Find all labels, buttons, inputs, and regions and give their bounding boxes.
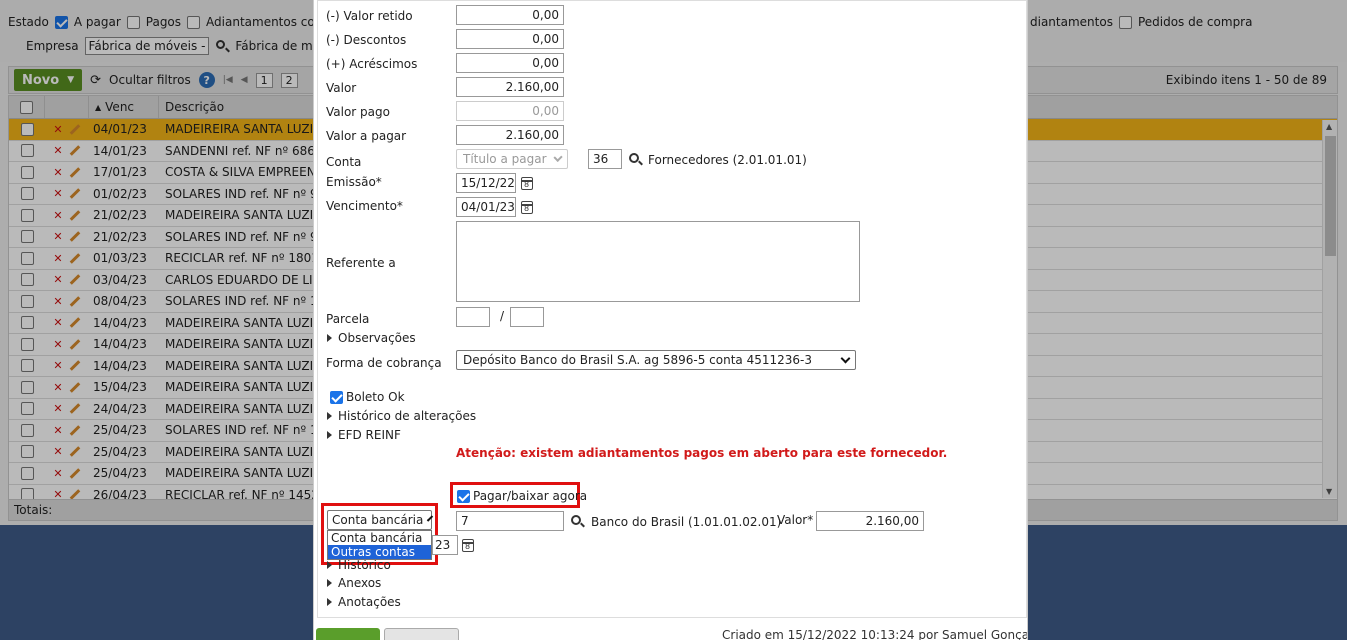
conta-tipo-dropdown: Conta bancária Outras contas <box>327 530 432 560</box>
vencimento-input[interactable]: 04/01/23 <box>456 197 516 217</box>
historico-expander[interactable]: Histórico <box>327 558 391 572</box>
expand-arrow-icon <box>327 598 332 606</box>
conta-description: Fornecedores (2.01.01.01) <box>648 153 807 167</box>
descontos-input[interactable]: 0,00 <box>456 29 564 49</box>
anotacoes-expander[interactable]: Anotações <box>327 595 401 609</box>
boleto-ok-row: Boleto Ok <box>330 390 405 404</box>
chevron-down-icon <box>840 353 851 363</box>
banco-search-icon[interactable] <box>571 515 581 525</box>
referente-textarea[interactable] <box>456 221 860 302</box>
pag-date-input[interactable]: 23 <box>432 535 458 555</box>
descontos-label: (-) Descontos <box>326 33 407 47</box>
emissao-label: Emissão* <box>326 175 382 189</box>
valor-retido-input[interactable]: 0,00 <box>456 5 564 25</box>
historico-alteracoes-label: Histórico de alterações <box>338 409 477 423</box>
valor-retido-label: (-) Valor retido <box>326 9 413 23</box>
expand-arrow-icon <box>327 334 332 342</box>
conta-tipo-option-outras-contas[interactable]: Outras contas <box>328 545 431 559</box>
valor-input[interactable]: 2.160,00 <box>456 77 564 97</box>
historico-label: Histórico <box>338 558 391 572</box>
conta-search-icon[interactable] <box>629 153 639 163</box>
expand-arrow-icon <box>327 431 332 439</box>
valor-a-pagar-input[interactable]: 2.160,00 <box>456 125 564 145</box>
historico-alteracoes-expander[interactable]: Histórico de alterações <box>327 409 476 423</box>
valor-pago-label: Valor pago <box>326 105 390 119</box>
forma-cobranca-select[interactable]: Depósito Banco do Brasil S.A. ag 5896-5 … <box>456 350 856 370</box>
parcela-total-input[interactable] <box>510 307 544 327</box>
referente-label: Referente a <box>326 256 396 270</box>
observacoes-label: Observações <box>338 331 416 345</box>
forma-cobranca-label: Forma de cobrança <box>326 356 442 370</box>
parcela-number-input[interactable] <box>456 307 490 327</box>
valor-a-pagar-label: Valor a pagar <box>326 129 407 143</box>
valor-pago-input: 0,00 <box>456 101 564 121</box>
pag-date-calendar-icon[interactable] <box>462 539 474 552</box>
parcela-label: Parcela <box>326 312 370 326</box>
expand-arrow-icon <box>327 412 332 420</box>
vencimento-label: Vencimento* <box>326 199 403 213</box>
boleto-ok-label: Boleto Ok <box>346 390 405 404</box>
banco-description: Banco do Brasil (1.01.01.02.01) <box>591 515 782 529</box>
expand-arrow-icon <box>327 561 332 569</box>
parcela-separator: / <box>500 309 505 323</box>
banco-code-input[interactable]: 7 <box>456 511 564 531</box>
emissao-calendar-icon[interactable] <box>521 177 533 190</box>
valor-label: Valor <box>326 81 357 95</box>
acrescimos-label: (+) Acréscimos <box>326 57 418 71</box>
boleto-ok-checkbox[interactable] <box>330 390 343 404</box>
created-info: Criado em 15/12/2022 10:13:24 por Samuel… <box>722 628 1028 640</box>
payable-edit-modal: (-) Valor retido 0,00 (-) Descontos 0,00… <box>313 0 1028 640</box>
acrescimos-input[interactable]: 0,00 <box>456 53 564 73</box>
conta-tipo-value: Conta bancária <box>332 513 424 527</box>
pagar-baixar-row: Pagar/baixar agora <box>457 489 587 503</box>
emissao-input[interactable]: 15/12/22 <box>456 173 516 193</box>
chevron-down-icon <box>553 152 563 162</box>
efd-reinf-expander[interactable]: EFD REINF <box>327 428 401 442</box>
expand-arrow-icon <box>327 579 332 587</box>
anotacoes-label: Anotações <box>338 595 401 609</box>
anexos-label: Anexos <box>338 576 382 590</box>
adiantamentos-warning: Atenção: existem adiantamentos pagos em … <box>456 446 948 460</box>
conta-select-value: Título a pagar (P <box>463 152 549 166</box>
pagar-baixar-label: Pagar/baixar agora <box>473 489 588 503</box>
conta-label: Conta <box>326 155 362 169</box>
modal-form: (-) Valor retido 0,00 (-) Descontos 0,00… <box>317 0 1027 618</box>
conta-code-input[interactable]: 36 <box>588 149 622 169</box>
vencimento-calendar-icon[interactable] <box>521 201 533 214</box>
conta-tipo-select[interactable]: Conta bancária <box>327 510 434 530</box>
forma-cobranca-value: Depósito Banco do Brasil S.A. ag 5896-5 … <box>463 353 812 367</box>
conta-select: Título a pagar (P <box>456 149 568 169</box>
cancel-button[interactable] <box>384 628 459 640</box>
anexos-expander[interactable]: Anexos <box>327 576 381 590</box>
observacoes-expander[interactable]: Observações <box>327 331 416 345</box>
pagar-baixar-checkbox[interactable] <box>457 489 470 503</box>
pag-valor-input[interactable]: 2.160,00 <box>816 511 924 531</box>
modal-footer: Criado em 15/12/2022 10:13:24 por Samuel… <box>314 618 1028 640</box>
pag-valor-label: Valor* <box>777 513 814 527</box>
conta-tipo-option-conta-bancaria[interactable]: Conta bancária <box>328 531 431 545</box>
save-button[interactable] <box>316 628 380 640</box>
efd-reinf-label: EFD REINF <box>338 428 401 442</box>
